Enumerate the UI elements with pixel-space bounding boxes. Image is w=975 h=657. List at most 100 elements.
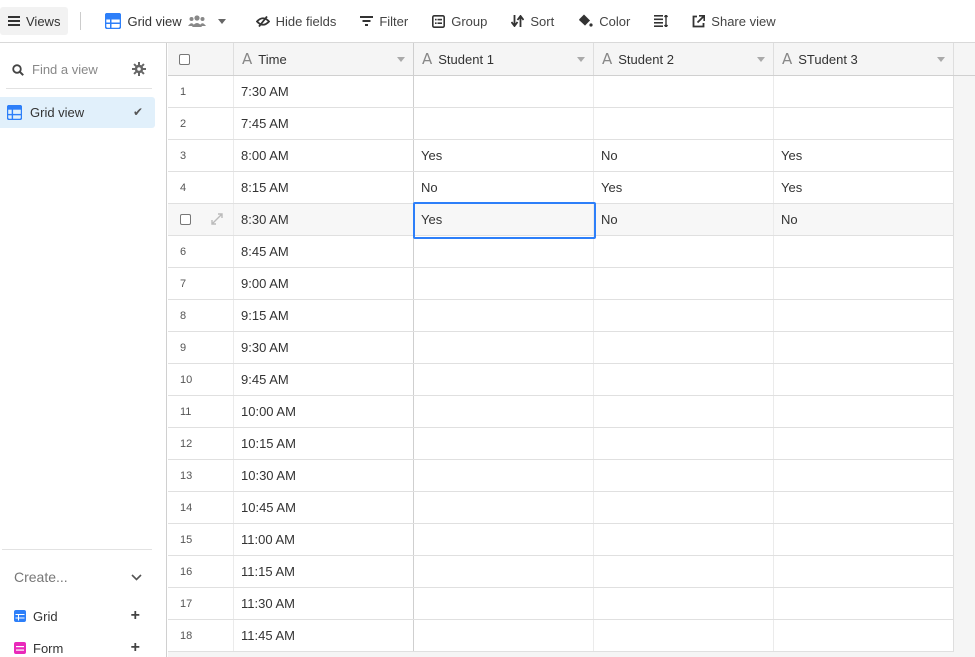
time-cell[interactable]: 11:00 AM [234,524,414,555]
time-cell[interactable]: 11:45 AM [234,620,414,651]
student-1-cell[interactable] [414,460,594,491]
student-1-cell[interactable] [414,108,594,139]
student-3-cell[interactable] [774,524,954,555]
table-row[interactable]: 1 7:30 AM [168,76,954,108]
column-header-time[interactable]: A Time [234,43,414,75]
student-3-cell[interactable] [774,268,954,299]
table-row[interactable]: 3 8:00 AM Yes No Yes [168,140,954,172]
table-row[interactable]: 10 9:45 AM [168,364,954,396]
table-row[interactable]: 18 11:45 AM [168,620,954,652]
student-2-cell[interactable] [594,524,774,555]
time-cell[interactable]: 11:30 AM [234,588,414,619]
gear-icon[interactable] [132,62,146,76]
table-row[interactable]: 8 9:15 AM [168,300,954,332]
student-1-cell[interactable] [414,492,594,523]
time-cell[interactable]: 8:30 AM [234,204,414,235]
table-row[interactable]: 17 11:30 AM [168,588,954,620]
student-2-cell[interactable]: No [594,204,774,235]
time-cell[interactable]: 10:45 AM [234,492,414,523]
student-2-cell[interactable] [594,76,774,107]
create-grid-view[interactable]: Grid + [14,606,140,626]
views-toggle-button[interactable]: Views [0,7,69,35]
student-2-cell[interactable] [594,428,774,459]
student-1-cell[interactable] [414,364,594,395]
color-button[interactable]: Color [572,7,636,35]
student-3-cell[interactable] [774,556,954,587]
student-3-cell[interactable] [774,108,954,139]
student-3-cell[interactable]: No [774,204,954,235]
student-1-cell[interactable] [414,300,594,331]
student-2-cell[interactable] [594,620,774,651]
student-2-cell[interactable] [594,268,774,299]
time-cell[interactable]: 11:15 AM [234,556,414,587]
student-2-cell[interactable] [594,236,774,267]
student-3-cell[interactable] [774,396,954,427]
table-row[interactable]: 14 10:45 AM [168,492,954,524]
student-3-cell[interactable] [774,428,954,459]
student-2-cell[interactable]: Yes [594,172,774,203]
student-3-cell[interactable] [774,76,954,107]
time-cell[interactable]: 10:30 AM [234,460,414,491]
time-cell[interactable]: 7:30 AM [234,76,414,107]
student-2-cell[interactable]: No [594,140,774,171]
student-2-cell[interactable] [594,588,774,619]
row-select-checkbox[interactable] [180,214,191,225]
table-row[interactable]: 7 9:00 AM [168,268,954,300]
filter-button[interactable]: Filter [354,7,414,35]
student-2-cell[interactable] [594,492,774,523]
student-1-cell[interactable] [414,556,594,587]
table-row[interactable]: 11 10:00 AM [168,396,954,428]
student-3-cell[interactable] [774,460,954,491]
expand-record-icon[interactable] [211,213,223,225]
student-2-cell[interactable] [594,332,774,363]
table-row[interactable]: 2 7:45 AM [168,108,954,140]
time-cell[interactable]: 7:45 AM [234,108,414,139]
time-cell[interactable]: 9:45 AM [234,364,414,395]
student-3-cell[interactable] [774,620,954,651]
student-3-cell[interactable] [774,492,954,523]
column-menu-caret-icon[interactable] [397,57,405,62]
student-1-cell[interactable]: No [414,172,594,203]
student-1-cell[interactable] [414,428,594,459]
student-1-cell[interactable]: Yes [414,140,594,171]
student-3-cell[interactable] [774,332,954,363]
time-cell[interactable]: 9:00 AM [234,268,414,299]
student-3-cell[interactable] [774,364,954,395]
student-1-cell[interactable] [414,236,594,267]
student-1-cell[interactable] [414,620,594,651]
student-3-cell[interactable]: Yes [774,140,954,171]
table-row[interactable]: 4 8:15 AM No Yes Yes [168,172,954,204]
student-1-cell[interactable] [414,588,594,619]
column-header-student-1[interactable]: A Student 1 [414,43,594,75]
current-view-button[interactable]: Grid view [99,7,231,35]
share-view-button[interactable]: Share view [686,7,781,35]
column-menu-caret-icon[interactable] [937,57,945,62]
column-menu-caret-icon[interactable] [757,57,765,62]
row-height-button[interactable] [648,7,674,35]
table-row[interactable]: 6 8:45 AM [168,236,954,268]
sidebar-view-grid-view[interactable]: Grid view ✔ [0,97,155,128]
column-header-student-3[interactable]: A STudent 3 [774,43,954,75]
table-row[interactable]: 15 11:00 AM [168,524,954,556]
create-view-toggle[interactable]: Create... [14,567,142,587]
sort-button[interactable]: Sort [505,7,560,35]
add-field-header[interactable] [954,43,975,75]
column-menu-caret-icon[interactable] [577,57,585,62]
student-3-cell[interactable] [774,588,954,619]
time-cell[interactable]: 9:15 AM [234,300,414,331]
student-2-cell[interactable] [594,556,774,587]
table-row[interactable]: 16 11:15 AM [168,556,954,588]
student-2-cell[interactable] [594,300,774,331]
student-1-cell[interactable] [414,524,594,555]
student-2-cell[interactable] [594,108,774,139]
student-3-cell[interactable] [774,300,954,331]
group-button[interactable]: Group [426,7,493,35]
student-3-cell[interactable]: Yes [774,172,954,203]
student-1-cell[interactable] [414,268,594,299]
student-1-cell[interactable] [414,76,594,107]
table-row[interactable]: 13 10:30 AM [168,460,954,492]
student-2-cell[interactable] [594,396,774,427]
student-1-cell[interactable] [414,396,594,427]
table-row[interactable]: 9 9:30 AM [168,332,954,364]
table-row[interactable]: 8:30 AM Yes No No [168,204,954,236]
